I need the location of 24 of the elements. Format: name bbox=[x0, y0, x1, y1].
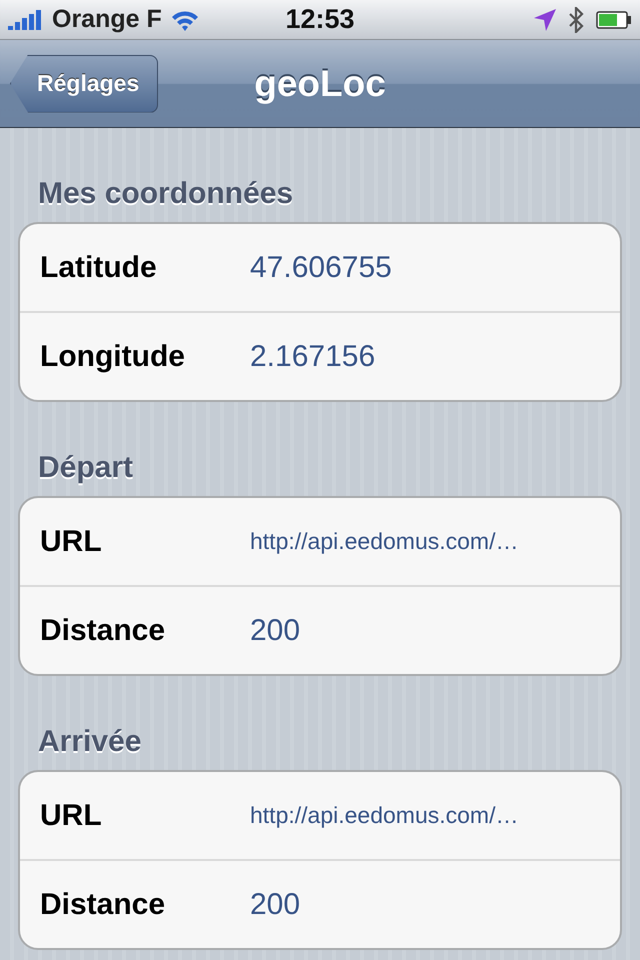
carrier-name: Orange F bbox=[52, 5, 162, 34]
row-value[interactable]: 200 bbox=[250, 888, 300, 922]
signal-icon bbox=[8, 10, 44, 30]
section-header: Arrivée bbox=[38, 724, 142, 760]
row-value[interactable]: 200 bbox=[250, 614, 300, 648]
bluetooth-icon bbox=[568, 6, 584, 32]
row-value[interactable]: http://api.eedomus.com/… bbox=[250, 528, 518, 555]
row-label: Distance bbox=[40, 888, 166, 922]
row-label: Longitude bbox=[40, 340, 186, 374]
section-header: Départ bbox=[38, 450, 134, 486]
wifi-icon bbox=[170, 8, 200, 30]
battery-icon bbox=[596, 10, 632, 28]
row-label: Distance bbox=[40, 614, 166, 648]
location-arrow-icon bbox=[534, 8, 556, 30]
row-value[interactable]: 2.167156 bbox=[250, 340, 376, 374]
back-button[interactable]: Réglages bbox=[10, 54, 158, 112]
row-value[interactable]: http://api.eedomus.com/… bbox=[250, 802, 518, 829]
row-label: URL bbox=[40, 798, 103, 832]
page-title: geoLoc bbox=[254, 62, 386, 104]
row-label: URL bbox=[40, 524, 103, 558]
row-value[interactable]: 47.606755 bbox=[250, 250, 392, 284]
row-label: Latitude bbox=[40, 250, 158, 284]
clock-time: 12:53 bbox=[285, 4, 355, 35]
section-header: Mes coordonnées bbox=[38, 176, 294, 212]
